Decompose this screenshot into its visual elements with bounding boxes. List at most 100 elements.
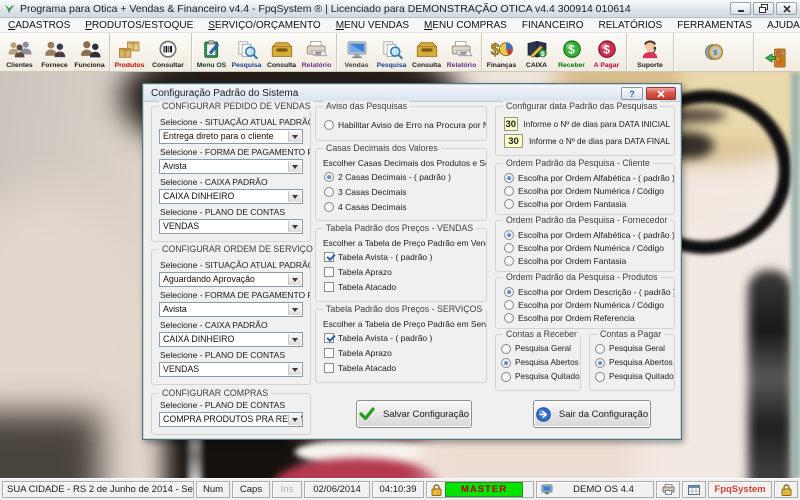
menu-menu-vendas[interactable]: MENU VENDAS (336, 20, 409, 31)
salvar-configuracao-button[interactable]: Salvar Configuração (356, 400, 472, 428)
menu-produtos-estoque[interactable]: PRODUTOS/ESTOQUE (85, 20, 193, 31)
menu-menu-compras[interactable]: MENU COMPRAS (424, 20, 507, 31)
cliente-numerica-radio[interactable]: Escolha por Ordem Numérica / Código (504, 185, 670, 196)
config-dialog: Configuração Padrão do Sistema ? CONFIGU… (142, 83, 682, 440)
suppliers-icon (42, 38, 68, 62)
dollar-green-icon: $ (559, 38, 585, 62)
situacao-os-combobox[interactable]: Aguardando Aprovação (159, 272, 303, 287)
support-icon (637, 38, 663, 62)
menu-relatorios[interactable]: RELATÓRIOS (599, 20, 663, 31)
sair-configuracao-button[interactable]: Sair da Configuração (533, 400, 651, 428)
radio-icon (324, 172, 334, 182)
field-label: Selecione - PLANO DE CONTAS (160, 400, 306, 410)
option-label: 4 Casas Decimais (338, 202, 407, 212)
caixa-venda-combobox[interactable]: CAIXA DINHEIRO (159, 189, 303, 204)
status-printer-panel[interactable] (656, 481, 680, 498)
receber-button[interactable]: $ Receber (554, 33, 589, 71)
pesquisa-vendas-button[interactable]: Pesquisa (374, 33, 409, 71)
2-casas-radio[interactable]: 2 Casas Decimais - ( padrão ) (324, 171, 482, 182)
finance-icon: $ (489, 38, 515, 62)
plano-contas-venda-combobox[interactable]: VENDAS (159, 219, 303, 234)
4-casas-radio[interactable]: 4 Casas Decimais (324, 201, 482, 212)
status-layout-panel[interactable] (682, 481, 706, 498)
caixa-button[interactable]: $ CAIXA (519, 33, 554, 71)
option-label: Escolha por Ordem Fantasia (518, 256, 626, 266)
svg-text:$: $ (713, 47, 717, 56)
produtos-referencia-radio[interactable]: Escolha por Ordem Referencia (504, 312, 670, 323)
a-pagar-button[interactable]: $ A Pagar (589, 33, 624, 71)
tabela-atacado-servicos-checkbox[interactable]: Tabela Atacado (324, 362, 482, 373)
cliente-alfabetica-radio[interactable]: Escolha por Ordem Alfabética - ( padrão … (504, 172, 670, 183)
menu-financeiro[interactable]: FINANCEIRO (522, 20, 584, 31)
cliente-fantasia-radio[interactable]: Escolha por Ordem Fantasia (504, 198, 670, 209)
consultar-button[interactable]: Consultar (147, 33, 189, 71)
salvar-label: Salvar Configuração (383, 409, 469, 420)
dias-data-inicial-input[interactable]: 30 (504, 117, 518, 131)
clientes-button[interactable]: Clientes (2, 33, 37, 71)
tabela-avista-vendas-checkbox[interactable]: Tabela Avista - ( padrão ) (324, 251, 482, 262)
produtos-descricao-radio[interactable]: Escolha por Ordem Descrição - ( padrão ) (504, 286, 670, 297)
relatorio-vendas-button[interactable]: Relatório (444, 33, 479, 71)
receber-geral-radio[interactable]: Pesquisa Geral (501, 343, 578, 354)
consulta-os-button[interactable]: Consulta (264, 33, 299, 71)
receber-quitados-radio[interactable]: Pesquisa Quitados (501, 371, 578, 382)
radio-icon (504, 256, 514, 266)
close-button[interactable] (776, 2, 797, 15)
photo-background-edge (791, 72, 800, 478)
fornecedor-fantasia-radio[interactable]: Escolha por Ordem Fantasia (504, 255, 670, 266)
tabela-avista-servicos-checkbox[interactable]: Tabela Avista - ( padrão ) (324, 332, 482, 343)
minimize-button[interactable] (730, 2, 751, 15)
menu-os-button[interactable]: Menu OS (194, 33, 229, 71)
field-label: Informe o Nº de dias para DATA FINAL (529, 137, 670, 146)
dialog-close-button[interactable] (646, 87, 676, 100)
habilitar-aviso-radio[interactable]: Habilitar Aviso de Erro na Procura por N… (324, 119, 482, 130)
fornecedor-alfabetica-radio[interactable]: Escolha por Ordem Alfabética - ( padrão … (504, 229, 670, 240)
menu-ajuda[interactable]: AJUDA (767, 20, 800, 31)
pagamento-os-combobox[interactable]: Avista (159, 302, 303, 317)
receber-abertos-radio[interactable]: Pesquisa Abertos (501, 357, 578, 368)
toolbar-group-vendas: Vendas Pesquisa Consulta (337, 33, 482, 71)
pagamento-venda-combobox[interactable]: Avista (159, 159, 303, 174)
menu-os-label: Menu OS (197, 62, 226, 70)
menu-servico-orcamento[interactable]: SERVIÇO/ORÇAMENTO (208, 20, 320, 31)
consulta-vendas-button[interactable]: Consulta (409, 33, 444, 71)
status-time: 04:10:39 (372, 481, 424, 498)
situacao-venda-combobox[interactable]: Entrega direto para o cliente (159, 129, 303, 144)
produtos-numerica-radio[interactable]: Escolha por Ordem Numérica / Código (504, 299, 670, 310)
restore-button[interactable] (753, 2, 774, 15)
search-docs-icon (379, 38, 405, 62)
caixa-os-combobox[interactable]: CAIXA DINHEIRO (159, 332, 303, 347)
fornecedor-numerica-radio[interactable]: Escolha por Ordem Numérica / Código (504, 242, 670, 253)
sair-sistema-button[interactable]: EXIT (756, 33, 798, 71)
dias-data-final-input[interactable]: 30 (504, 134, 523, 148)
pesquisa-os-button[interactable]: Pesquisa (229, 33, 264, 71)
pagar-quitados-radio[interactable]: Pesquisa Quitados (595, 371, 672, 382)
group-tabela-vendas: Tabela Padrão dos Preços - VENDAS Escolh… (315, 228, 487, 302)
dialog-help-button[interactable]: ? (621, 87, 643, 100)
pagar-geral-radio[interactable]: Pesquisa Geral (595, 343, 672, 354)
vendas-button[interactable]: Vendas (339, 33, 374, 71)
status-insert: Ins (272, 481, 302, 498)
fornecedores-button[interactable]: Fornece (37, 33, 72, 71)
3-casas-radio[interactable]: 3 Casas Decimais (324, 186, 482, 197)
window-titlebar: Programa para Otica + Vendas & Financeir… (0, 0, 800, 18)
menu-cadastros[interactable]: CADASTROS (8, 20, 70, 31)
radio-icon (324, 120, 334, 130)
option-label: Pesquisa Abertos (609, 358, 673, 367)
financas-button[interactable]: $ Finanças (484, 33, 519, 71)
produtos-button[interactable]: Produtos (112, 33, 147, 71)
svg-text:$: $ (490, 41, 499, 59)
suporte-button[interactable]: Suporte (629, 33, 671, 71)
plano-contas-os-combobox[interactable]: VENDAS (159, 362, 303, 377)
relatorio-os-button[interactable]: Relatório (299, 33, 334, 71)
plano-contas-compras-combobox[interactable]: COMPRA PRODUTOS PRA REVENDA (159, 412, 303, 427)
menu-ferramentas[interactable]: FERRAMENTAS (677, 20, 752, 31)
moeda-button[interactable]: $ (696, 40, 731, 65)
tabela-atacado-vendas-checkbox[interactable]: Tabela Atacado (324, 281, 482, 292)
pagar-abertos-radio[interactable]: Pesquisa Abertos (595, 357, 672, 368)
funcionarios-button[interactable]: Funciona (72, 33, 107, 71)
tabela-aprazo-servicos-checkbox[interactable]: Tabela Aprazo (324, 347, 482, 358)
status-lock-panel[interactable] (774, 481, 798, 498)
tabela-aprazo-vendas-checkbox[interactable]: Tabela Aprazo (324, 266, 482, 277)
option-label: Pesquisa Geral (515, 344, 571, 353)
